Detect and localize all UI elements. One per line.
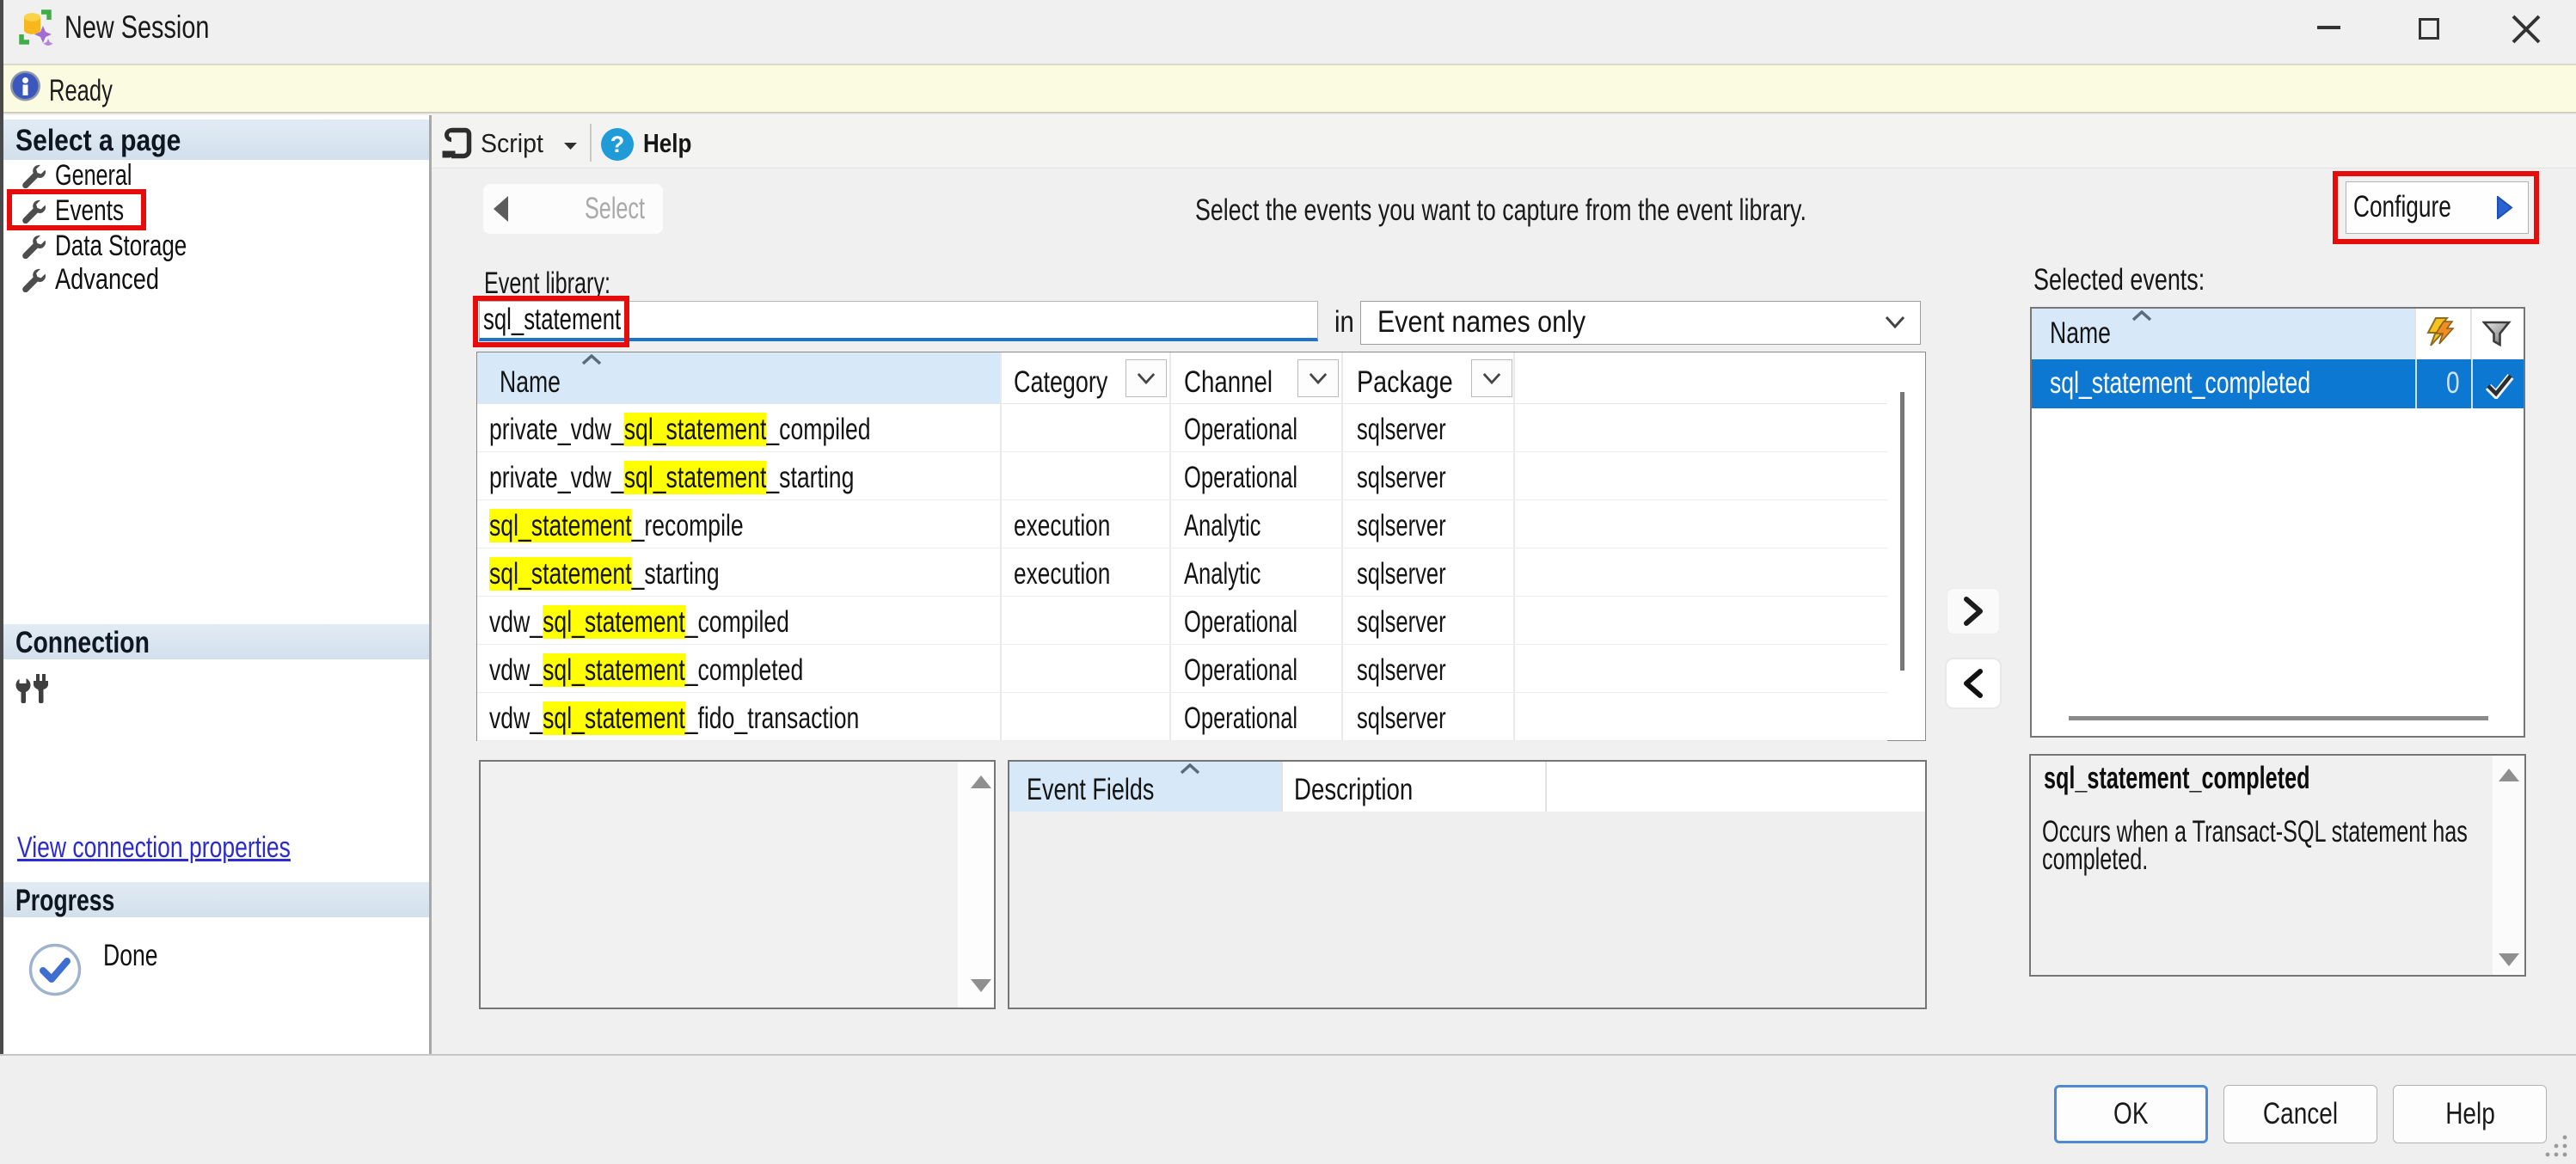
svg-text:?: ?	[610, 132, 625, 157]
